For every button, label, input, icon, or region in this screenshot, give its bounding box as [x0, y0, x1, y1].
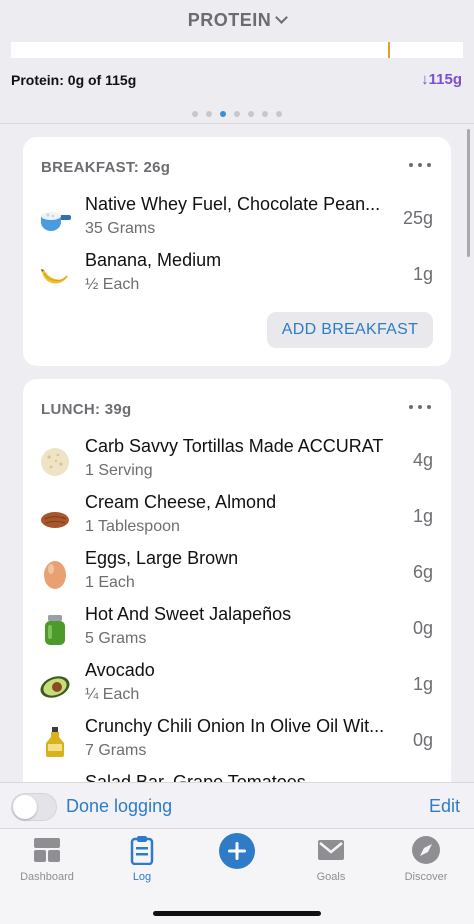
tab-discover[interactable]: Discover — [379, 835, 473, 883]
edit-button[interactable]: Edit — [429, 796, 460, 817]
food-row[interactable]: Avocado ¼ Each 1g — [23, 658, 451, 714]
banana-icon — [41, 269, 69, 284]
tab-label: Log — [132, 871, 152, 883]
tab-bar: Dashboard Log Goals Discover — [0, 828, 474, 924]
food-row[interactable]: Salad Bar, Grape Tomatoes — [23, 770, 451, 782]
food-row[interactable]: Carb Savvy Tortillas Made ACCURAT 1 Serv… — [23, 434, 451, 490]
lunch-card: LUNCH: 39g Carb Savvy Tortillas Made ACC… — [23, 379, 451, 782]
protein-summary: Protein: 0g of 115g — [11, 72, 137, 88]
jar-icon — [45, 615, 65, 645]
dashboard-icon — [34, 838, 60, 862]
more-icon[interactable] — [409, 163, 431, 169]
food-name: Crunchy Chili Onion In Olive Oil Wit... — [85, 716, 385, 736]
food-protein: 0g — [412, 730, 433, 750]
meal-title: LUNCH: 39g — [41, 401, 132, 418]
protein-powder-scoop-icon — [41, 212, 71, 231]
home-indicator — [153, 911, 321, 916]
food-serving: 35 Grams — [85, 220, 156, 237]
page-indicator[interactable] — [0, 111, 474, 117]
food-protein: 4g — [412, 450, 433, 470]
food-serving: 1 Tablespoon — [85, 518, 180, 535]
breakfast-card: BREAKFAST: 26g Native Whey Fuel, Chocola… — [23, 137, 451, 366]
olive-oil-bottle-icon — [46, 727, 64, 757]
almond-icon — [41, 512, 69, 528]
compass-icon — [412, 836, 440, 864]
toggle-knob — [13, 795, 37, 819]
food-name: Native Whey Fuel, Chocolate Pean... — [85, 194, 381, 214]
egg-icon — [44, 561, 66, 589]
food-row[interactable]: Banana, Medium ½ Each 1g — [23, 248, 451, 304]
add-button[interactable] — [219, 833, 255, 869]
nutrient-selector[interactable]: PROTEIN — [0, 10, 474, 31]
food-serving: ¼ Each — [85, 686, 140, 703]
done-logging-bar: Done logging Edit — [0, 782, 474, 828]
food-name: Banana, Medium — [85, 250, 222, 270]
scrollbar[interactable] — [467, 129, 470, 257]
food-protein: 6g — [412, 562, 433, 582]
nutrient-header: PROTEIN Protein: 0g of 115g ↓115g — [0, 0, 474, 124]
meal-title: BREAKFAST: 26g — [41, 159, 171, 176]
food-protein: 0g — [412, 618, 433, 638]
food-protein: 25g — [402, 208, 433, 228]
page-dot[interactable] — [206, 111, 212, 117]
nutrient-selector-label: PROTEIN — [187, 10, 272, 30]
food-name: Hot And Sweet Jalapeños — [85, 604, 292, 624]
avocado-icon — [40, 676, 70, 698]
goals-icon — [318, 840, 344, 860]
tab-dashboard[interactable]: Dashboard — [0, 835, 94, 883]
page-dot[interactable] — [262, 111, 268, 117]
protein-goal-value: ↓115g — [421, 71, 462, 88]
tab-log[interactable]: Log — [95, 835, 189, 883]
protein-progress-bar — [11, 42, 463, 58]
food-serving: ½ Each — [85, 276, 140, 293]
food-protein: 1g — [412, 506, 433, 526]
food-row[interactable]: Crunchy Chili Onion In Olive Oil Wit... … — [23, 714, 451, 770]
page-dot[interactable] — [248, 111, 254, 117]
add-breakfast-button[interactable]: ADD BREAKFAST — [267, 312, 433, 348]
food-name: Avocado — [85, 660, 155, 680]
food-serving: 1 Each — [85, 574, 135, 591]
tab-label: Goals — [316, 871, 346, 883]
meal-log-list[interactable]: BREAKFAST: 26g Native Whey Fuel, Chocola… — [0, 125, 474, 782]
food-row[interactable]: Hot And Sweet Jalapeños 5 Grams 0g — [23, 602, 451, 658]
page-dot[interactable] — [276, 111, 282, 117]
page-dot[interactable] — [234, 111, 240, 117]
food-row[interactable]: Cream Cheese, Almond 1 Tablespoon 1g — [23, 490, 451, 546]
page-dot[interactable] — [192, 111, 198, 117]
food-name: Carb Savvy Tortillas Made ACCURAT — [85, 436, 384, 456]
page-dot[interactable] — [220, 111, 226, 117]
food-serving: 7 Grams — [85, 742, 147, 759]
plus-icon — [228, 842, 246, 860]
food-name: Cream Cheese, Almond — [85, 492, 277, 512]
done-logging-toggle[interactable] — [11, 793, 57, 821]
food-row[interactable]: Eggs, Large Brown 1 Each 6g — [23, 546, 451, 602]
food-row[interactable]: Native Whey Fuel, Chocolate Pean... 35 G… — [23, 192, 451, 248]
food-name: Eggs, Large Brown — [85, 548, 239, 568]
food-name: Salad Bar, Grape Tomatoes — [85, 772, 306, 782]
tortilla-icon — [41, 448, 69, 476]
food-serving: 1 Serving — [85, 462, 153, 479]
tab-label: Dashboard — [20, 871, 74, 883]
goal-marker — [388, 42, 391, 58]
clipboard-icon — [130, 836, 154, 865]
more-icon[interactable] — [409, 405, 431, 411]
food-protein: 1g — [412, 674, 433, 694]
food-protein: 1g — [412, 264, 433, 284]
done-logging-label[interactable]: Done logging — [66, 796, 172, 817]
tab-label: Discover — [404, 871, 448, 883]
food-serving: 5 Grams — [85, 630, 147, 647]
tab-goals[interactable]: Goals — [284, 835, 378, 883]
chevron-down-icon — [275, 11, 289, 24]
